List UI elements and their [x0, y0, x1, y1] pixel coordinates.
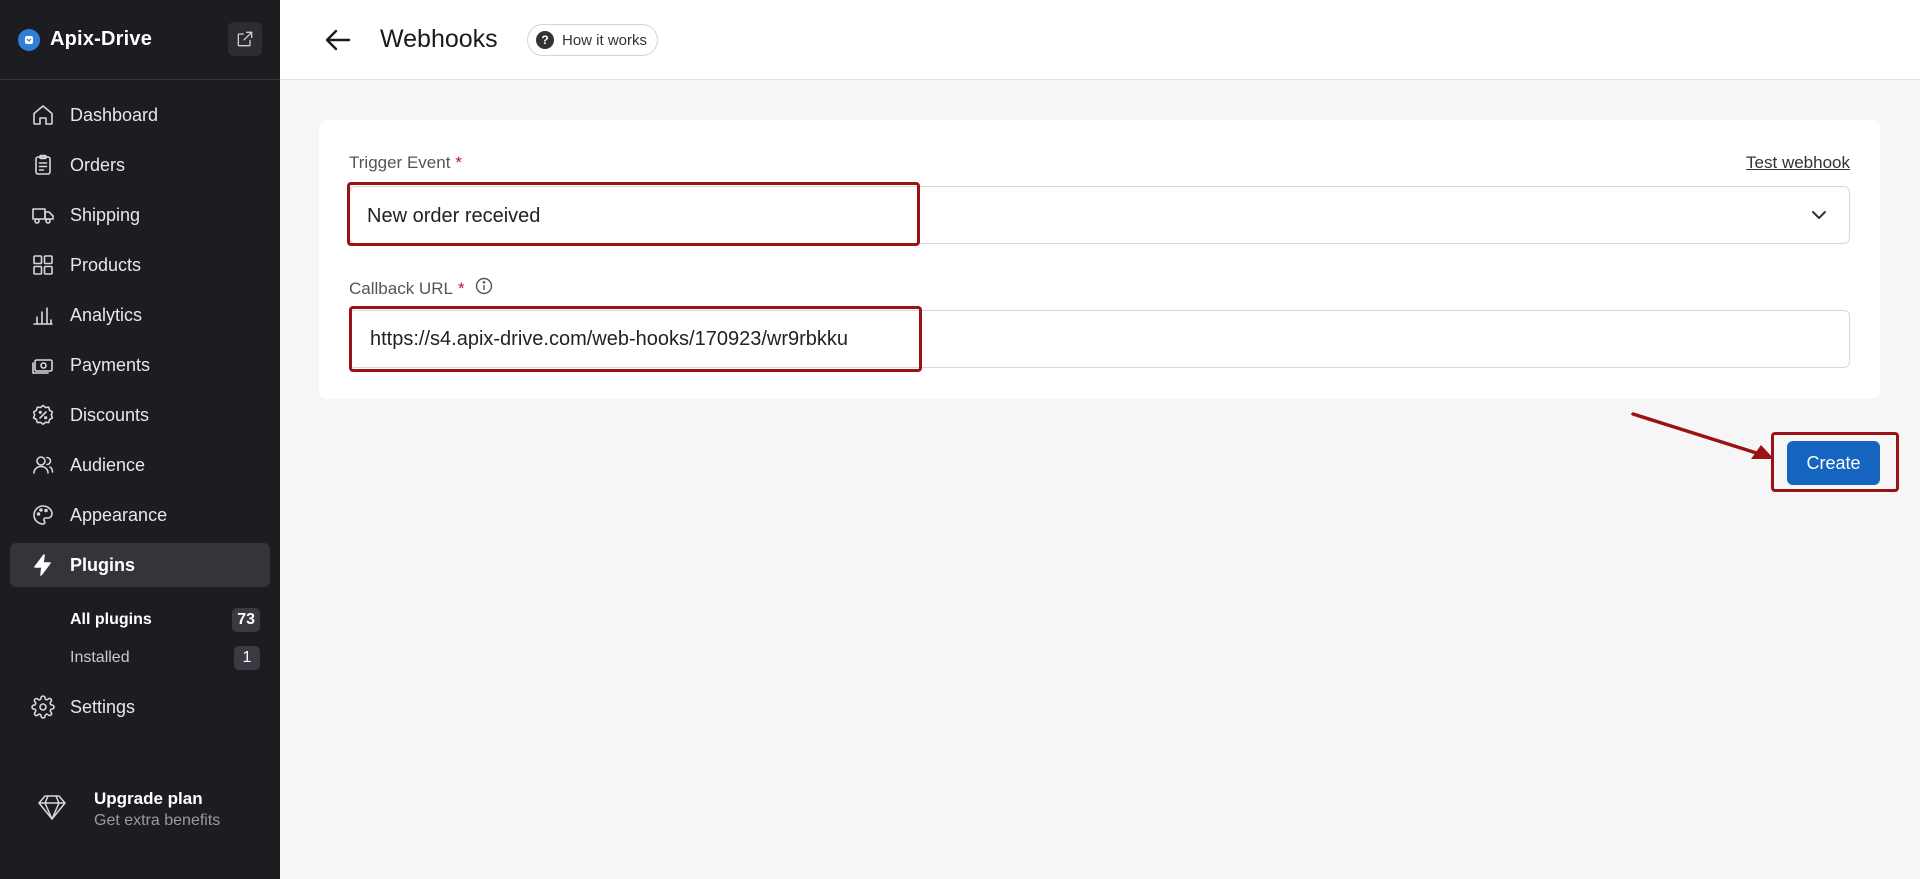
sidebar-item-label: Plugins [70, 554, 136, 575]
count-badge: 73 [232, 608, 260, 632]
sidebar-item-payments[interactable]: Payments [10, 343, 270, 387]
callback-url-input[interactable] [349, 310, 1850, 368]
brand-name: Apix-Drive [50, 28, 153, 50]
trigger-event-label-text: Trigger Event [349, 153, 451, 172]
sidebar-item-label: Discounts [70, 404, 150, 425]
sidebar-item-label: Settings [70, 696, 136, 717]
sidebar-subitem-all-plugins[interactable]: All plugins 73 [70, 605, 260, 635]
info-icon[interactable] [465, 277, 493, 300]
callback-url-label: Callback URL * [349, 277, 493, 300]
sidebar-item-label: Appearance [70, 504, 168, 525]
sidebar-item-label: Shipping [70, 204, 141, 225]
upgrade-subtitle: Get extra benefits [94, 812, 221, 829]
sidebar-item-label: Audience [70, 454, 146, 475]
sidebar-item-label: Analytics [70, 304, 143, 325]
question-icon: ? [536, 31, 554, 49]
trigger-event-label: Trigger Event * [349, 153, 462, 173]
callback-url-label-text: Callback URL [349, 278, 453, 298]
annotation-arrow [1631, 412, 1774, 459]
open-external-button[interactable] [228, 22, 262, 56]
users-icon [30, 452, 56, 478]
sidebar-item-settings[interactable]: Settings [10, 685, 270, 729]
sidebar-item-audience[interactable]: Audience [10, 443, 270, 487]
sidebar-subitem-installed[interactable]: Installed 1 [70, 643, 260, 673]
required-mark: * [457, 278, 465, 298]
arrow-left-icon [325, 29, 351, 51]
upgrade-plan[interactable]: Upgrade plan Get extra benefits [36, 789, 220, 830]
sidebar-subitem-label: Installed [70, 649, 130, 666]
lightning-icon [30, 552, 56, 578]
sidebar-nav: Dashboard Orders Shipping Products Analy… [10, 93, 270, 593]
create-button[interactable]: Create [1787, 441, 1880, 485]
sidebar-item-label: Payments [70, 354, 151, 375]
sidebar-item-label: Orders [70, 154, 126, 175]
sidebar-item-dashboard[interactable]: Dashboard [10, 93, 270, 137]
brand-logo-icon [18, 28, 40, 51]
sidebar-item-discounts[interactable]: Discounts [10, 393, 270, 437]
sidebar-subitem-label: All plugins [70, 611, 152, 628]
chevron-down-icon [1807, 203, 1831, 227]
test-webhook-link[interactable]: Test webhook [1746, 153, 1850, 173]
gear-icon [30, 694, 56, 720]
sidebar-item-analytics[interactable]: Analytics [10, 293, 270, 337]
trigger-event-select[interactable]: New order received [349, 186, 1850, 244]
page-title: Webhooks [380, 25, 498, 53]
sidebar-item-label: Dashboard [70, 104, 159, 125]
sidebar-item-orders[interactable]: Orders [10, 143, 270, 187]
diamond-icon [36, 791, 68, 828]
webhook-form-card: Trigger Event * Test webhook New order r… [319, 120, 1880, 399]
required-mark: * [455, 153, 463, 172]
truck-icon [30, 202, 56, 228]
how-it-works-button[interactable]: ? How it works [527, 24, 659, 56]
sidebar-item-products[interactable]: Products [10, 243, 270, 287]
trigger-event-value: New order received [367, 205, 541, 227]
back-button[interactable] [320, 22, 356, 58]
how-it-works-label: How it works [562, 31, 648, 49]
sidebar: Apix-Drive Dashboard Orders Shipping Pro… [0, 0, 280, 879]
sidebar-item-appearance[interactable]: Appearance [10, 493, 270, 537]
external-link-icon [237, 31, 253, 47]
percent-badge-icon [30, 402, 56, 428]
palette-icon [30, 502, 56, 528]
grid-icon [30, 252, 56, 278]
home-icon [30, 102, 56, 128]
sidebar-item-plugins[interactable]: Plugins [10, 543, 270, 587]
cash-icon [30, 352, 56, 378]
count-badge: 1 [234, 646, 260, 670]
sidebar-item-shipping[interactable]: Shipping [10, 193, 270, 237]
clipboard-icon [30, 152, 56, 178]
bar-chart-icon [30, 302, 56, 328]
top-bar: Webhooks ? How it works [280, 0, 1920, 80]
sidebar-item-label: Products [70, 254, 142, 275]
upgrade-title: Upgrade plan [94, 789, 203, 808]
